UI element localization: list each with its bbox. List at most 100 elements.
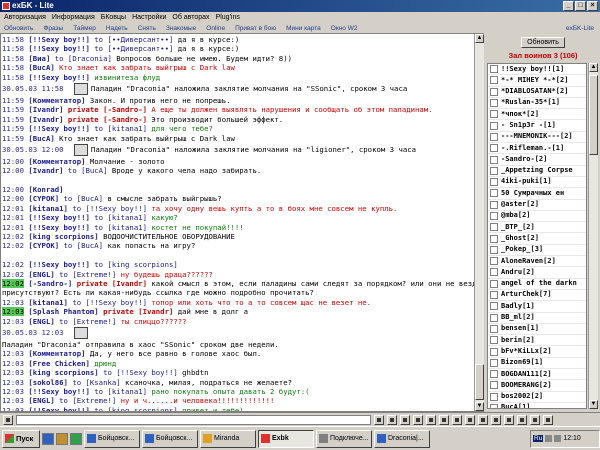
send-icon[interactable] (374, 414, 384, 425)
menu-settings[interactable]: Настройки (132, 14, 166, 21)
user-checkbox[interactable] (490, 381, 498, 390)
user-name[interactable]: 4iki-puki[1] (501, 177, 552, 187)
task-button-1[interactable]: Бойцовск... (84, 429, 140, 448)
chat-nick[interactable]: [Free Chicken] (28, 359, 90, 368)
chat-nick[interactable]: [king scorpions] (107, 260, 177, 269)
chat-input[interactable] (16, 414, 371, 425)
user-list-item[interactable]: BB_ml[2] (488, 313, 586, 324)
scroll-up-arrow-icon[interactable]: ▲ (475, 34, 484, 43)
chat-nick[interactable]: [!!Sexy boy!!] (28, 44, 90, 53)
user-list-item[interactable]: bos2002[2] (488, 392, 586, 403)
chat-nick[interactable]: [BucA] (81, 166, 107, 175)
chat-nick[interactable]: [BucA] (77, 194, 103, 203)
chat-nick[interactable]: [Extreme!] (72, 317, 116, 326)
chat-nick[interactable]: [sokol86] (28, 378, 68, 387)
user-checkbox[interactable] (490, 99, 498, 108)
message-timestamp[interactable]: 30.05.03 12:00 (2, 145, 64, 154)
chat-nick[interactable]: [Konrad] (28, 185, 63, 194)
task-button-4[interactable]: Exbk (258, 429, 314, 448)
user-list-item[interactable]: Badly[1] (488, 301, 586, 313)
chat-nick[interactable]: [!!Sexy boy!!] (28, 387, 90, 396)
user-checkbox[interactable] (490, 87, 498, 96)
message-timestamp[interactable]: 12:03 (2, 359, 24, 368)
message-timestamp[interactable]: 11:58 (2, 44, 24, 53)
task-button-6[interactable]: Draconia|... (374, 429, 430, 448)
user-list-item[interactable]: ArturChek[7] (488, 290, 586, 302)
chat-log[interactable]: 11:58 [!!Sexy boy!!] to [••Диверсант••] … (0, 33, 484, 412)
task-button-2[interactable]: Бойцовск... (142, 429, 198, 448)
color-icon[interactable] (413, 414, 423, 425)
user-list-item[interactable]: BOOMERANG[2] (488, 380, 586, 392)
outlook-icon[interactable] (70, 432, 82, 445)
message-timestamp[interactable]: 12:03 (2, 298, 24, 307)
message-timestamp[interactable]: 12:03 (2, 349, 24, 358)
chat-nick[interactable]: [-Sandro-] (28, 279, 72, 288)
message-timestamp[interactable]: 12:03 (2, 387, 24, 396)
chat-nick[interactable]: [BucA] (28, 63, 54, 72)
log-icon[interactable] (439, 414, 449, 425)
private-icon[interactable] (452, 414, 462, 425)
user-name[interactable]: bFv*KiLLx[2] (501, 346, 552, 356)
user-checkbox[interactable] (490, 404, 498, 408)
user-checkbox[interactable] (490, 212, 498, 220)
chat-nick[interactable]: private [Ivandr] (72, 279, 147, 288)
scroll-down-arrow-icon[interactable]: ▼ (475, 402, 484, 411)
user-list-item[interactable]: Andru[2] (488, 267, 586, 279)
user-name[interactable]: @aster[2] (501, 200, 539, 210)
minimize-button[interactable]: _ (563, 1, 574, 11)
user-list-item[interactable]: -Sandro-[2] (488, 154, 586, 166)
user-scroll-thumb[interactable] (589, 75, 598, 155)
message-timestamp[interactable]: 12:00 (2, 166, 24, 175)
message-timestamp[interactable]: 12:00 (2, 157, 24, 166)
start-button[interactable]: Пуск (2, 429, 40, 448)
link-timer[interactable]: Таймер (73, 25, 96, 32)
chat-nick[interactable]: [••Диверсант••] (107, 44, 173, 53)
user-list-item[interactable]: *-* MIHEY *-*[2] (488, 75, 586, 87)
tray-icon[interactable] (545, 435, 553, 442)
chat-nick[interactable]: [Комментатор] (28, 157, 85, 166)
user-checkbox[interactable] (490, 313, 498, 322)
clear-icon[interactable] (387, 414, 397, 425)
chat-nick[interactable]: [Extreme!] (72, 396, 116, 405)
user-checkbox[interactable] (490, 155, 498, 164)
refresh-button[interactable]: Обновить (521, 37, 565, 48)
user-checkbox[interactable] (490, 76, 498, 85)
user-list[interactable]: !!Sexy boy!![1] *-* MIHEY *-*[2] *DIABLOSA… (487, 63, 587, 409)
link-refresh[interactable]: Обновить (4, 25, 33, 32)
chat-nick[interactable]: [king scorpions] (28, 368, 98, 377)
user-checkbox[interactable] (490, 200, 498, 209)
user-checkbox[interactable] (490, 392, 498, 401)
user-checkbox[interactable] (490, 178, 498, 187)
user-name[interactable]: -Sandro-[2] (501, 154, 547, 164)
smile-icon[interactable] (3, 414, 13, 425)
user-name[interactable]: ArturChek[7] (501, 290, 552, 300)
user-checkbox[interactable] (490, 347, 498, 356)
close-button[interactable]: × (587, 1, 598, 11)
user-list-item[interactable]: 4iki-puki[1] (488, 177, 586, 189)
message-timestamp[interactable]: 12:02 (2, 241, 24, 250)
chat-nick[interactable]: [ENGL] (28, 396, 54, 405)
link-friends[interactable]: Знакомые (166, 25, 196, 32)
chat-nick[interactable]: [Ivandr] (28, 105, 63, 114)
system-icon[interactable] (478, 414, 488, 425)
user-name[interactable]: angel of the darkn (501, 279, 577, 289)
chat-nick[interactable]: [Draconia] (68, 54, 112, 63)
user-checkbox[interactable] (490, 291, 498, 300)
user-list-item[interactable]: -.Rifleman.-[1] (488, 143, 586, 155)
user-name[interactable]: BucA[1] (501, 403, 531, 408)
chat-nick[interactable]: [Ivandr] (28, 115, 63, 124)
link-phrases[interactable]: Фразы (43, 25, 63, 32)
message-timestamp[interactable]: 12:03 (2, 378, 24, 387)
user-name[interactable]: - Sn1p3r -[1] (501, 120, 556, 130)
user-list-item[interactable]: *чпок*[2] (488, 109, 586, 121)
chat-nick[interactable]: [Комментатор] (28, 349, 85, 358)
filter-icon[interactable] (400, 414, 410, 425)
user-list-item[interactable]: Bizon69[1] (488, 358, 586, 370)
user-name[interactable]: 50 Сумрачных ен (501, 188, 564, 198)
link-unequip[interactable]: Снять (138, 25, 156, 32)
link-window-w2[interactable]: Окно W2 (331, 25, 358, 32)
chat-nick[interactable]: [!!Sexy boy!!] (28, 73, 90, 82)
chat-nick[interactable]: [kitana1] (28, 298, 68, 307)
link-equip[interactable]: Надеть (106, 25, 128, 32)
user-name[interactable]: _Ghost[2] (501, 233, 539, 243)
